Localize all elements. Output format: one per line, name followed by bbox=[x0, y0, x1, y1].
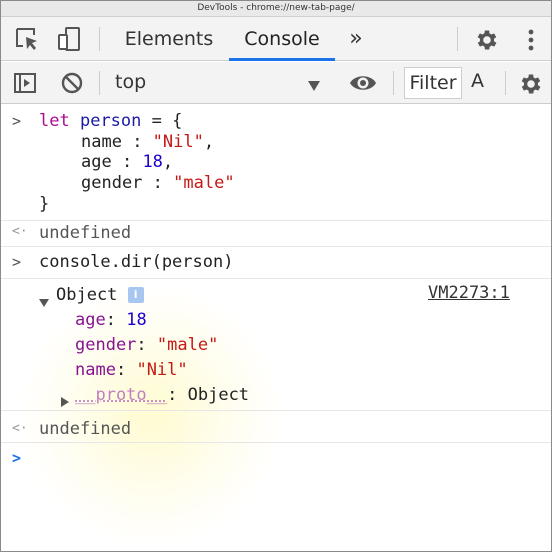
result-arrow-icon: <· bbox=[12, 421, 28, 436]
object-label[interactable]: Object i bbox=[56, 285, 144, 305]
log-levels-button[interactable]: A bbox=[471, 70, 484, 92]
show-sidebar-icon[interactable] bbox=[12, 70, 38, 96]
result-value: undefined bbox=[39, 223, 132, 243]
toolbar-divider bbox=[393, 71, 394, 95]
console-result-entry: <· undefined bbox=[1, 221, 551, 247]
info-icon[interactable]: i bbox=[127, 287, 144, 303]
more-tabs-icon[interactable]: » bbox=[341, 17, 371, 61]
object-property: age: 18 bbox=[75, 310, 147, 330]
console-output[interactable]: > let person = { name : "Nil", age : 18,… bbox=[1, 105, 551, 551]
toolbar-divider bbox=[99, 71, 100, 95]
code-line: console.dir(person) bbox=[39, 252, 234, 272]
inspect-element-icon[interactable] bbox=[13, 25, 41, 53]
console-input-entry: > console.dir(person) bbox=[1, 247, 551, 279]
console-prompt[interactable]: > bbox=[1, 443, 551, 473]
code-line: gender : "male" bbox=[81, 173, 235, 193]
settings-gear-icon[interactable] bbox=[473, 26, 501, 54]
console-settings-gear-icon[interactable] bbox=[517, 70, 545, 98]
toolbar-divider bbox=[505, 71, 506, 95]
live-expression-eye-icon[interactable] bbox=[347, 70, 379, 96]
object-property: name: "Nil" bbox=[75, 360, 188, 380]
dropdown-arrow-icon bbox=[307, 77, 321, 96]
more-options-icon[interactable] bbox=[521, 26, 541, 54]
devtools-window: DevTools - chrome://new-tab-page/ Elemen… bbox=[0, 0, 552, 552]
code-line: name : "Nil", bbox=[81, 132, 215, 152]
proto-expand-toggle[interactable] bbox=[61, 392, 69, 412]
code-line: let person = { bbox=[39, 111, 183, 131]
input-prompt-icon: > bbox=[12, 253, 22, 271]
toolbar-divider bbox=[457, 27, 458, 51]
console-input-entry: > let person = { name : "Nil", age : 18,… bbox=[1, 105, 551, 221]
code-line: } bbox=[39, 194, 50, 214]
active-tab-indicator bbox=[229, 58, 335, 61]
proto-property[interactable]: __proto__: Object bbox=[75, 385, 249, 405]
result-value: undefined bbox=[39, 419, 132, 439]
expanded-triangle-icon bbox=[39, 299, 49, 307]
filter-input[interactable]: Filter bbox=[404, 67, 462, 99]
tab-bar: Elements Console » bbox=[1, 17, 551, 61]
object-property: gender: "male" bbox=[75, 335, 219, 355]
input-prompt-icon: > bbox=[12, 112, 22, 130]
context-selector[interactable]: top bbox=[105, 62, 327, 104]
console-dir-output: Object i VM2273:1 age: 18 gender: "male"… bbox=[1, 279, 551, 411]
collapsed-triangle-icon bbox=[61, 397, 69, 407]
toolbar-divider bbox=[99, 27, 100, 51]
context-value: top bbox=[115, 71, 147, 93]
window-title: DevTools - chrome://new-tab-page/ bbox=[1, 1, 551, 17]
console-toolbar: top Filter A bbox=[1, 62, 551, 104]
tab-console[interactable]: Console bbox=[229, 17, 335, 61]
result-arrow-icon: <· bbox=[12, 224, 28, 239]
code-line: age : 18, bbox=[81, 152, 174, 172]
clear-console-icon[interactable] bbox=[59, 70, 85, 96]
device-toolbar-icon[interactable] bbox=[55, 25, 83, 53]
active-prompt-icon: > bbox=[12, 449, 22, 467]
console-result-entry: <· undefined bbox=[1, 411, 551, 443]
source-link[interactable]: VM2273:1 bbox=[428, 283, 510, 303]
object-expand-toggle[interactable] bbox=[39, 292, 49, 312]
tab-elements[interactable]: Elements bbox=[113, 17, 225, 61]
